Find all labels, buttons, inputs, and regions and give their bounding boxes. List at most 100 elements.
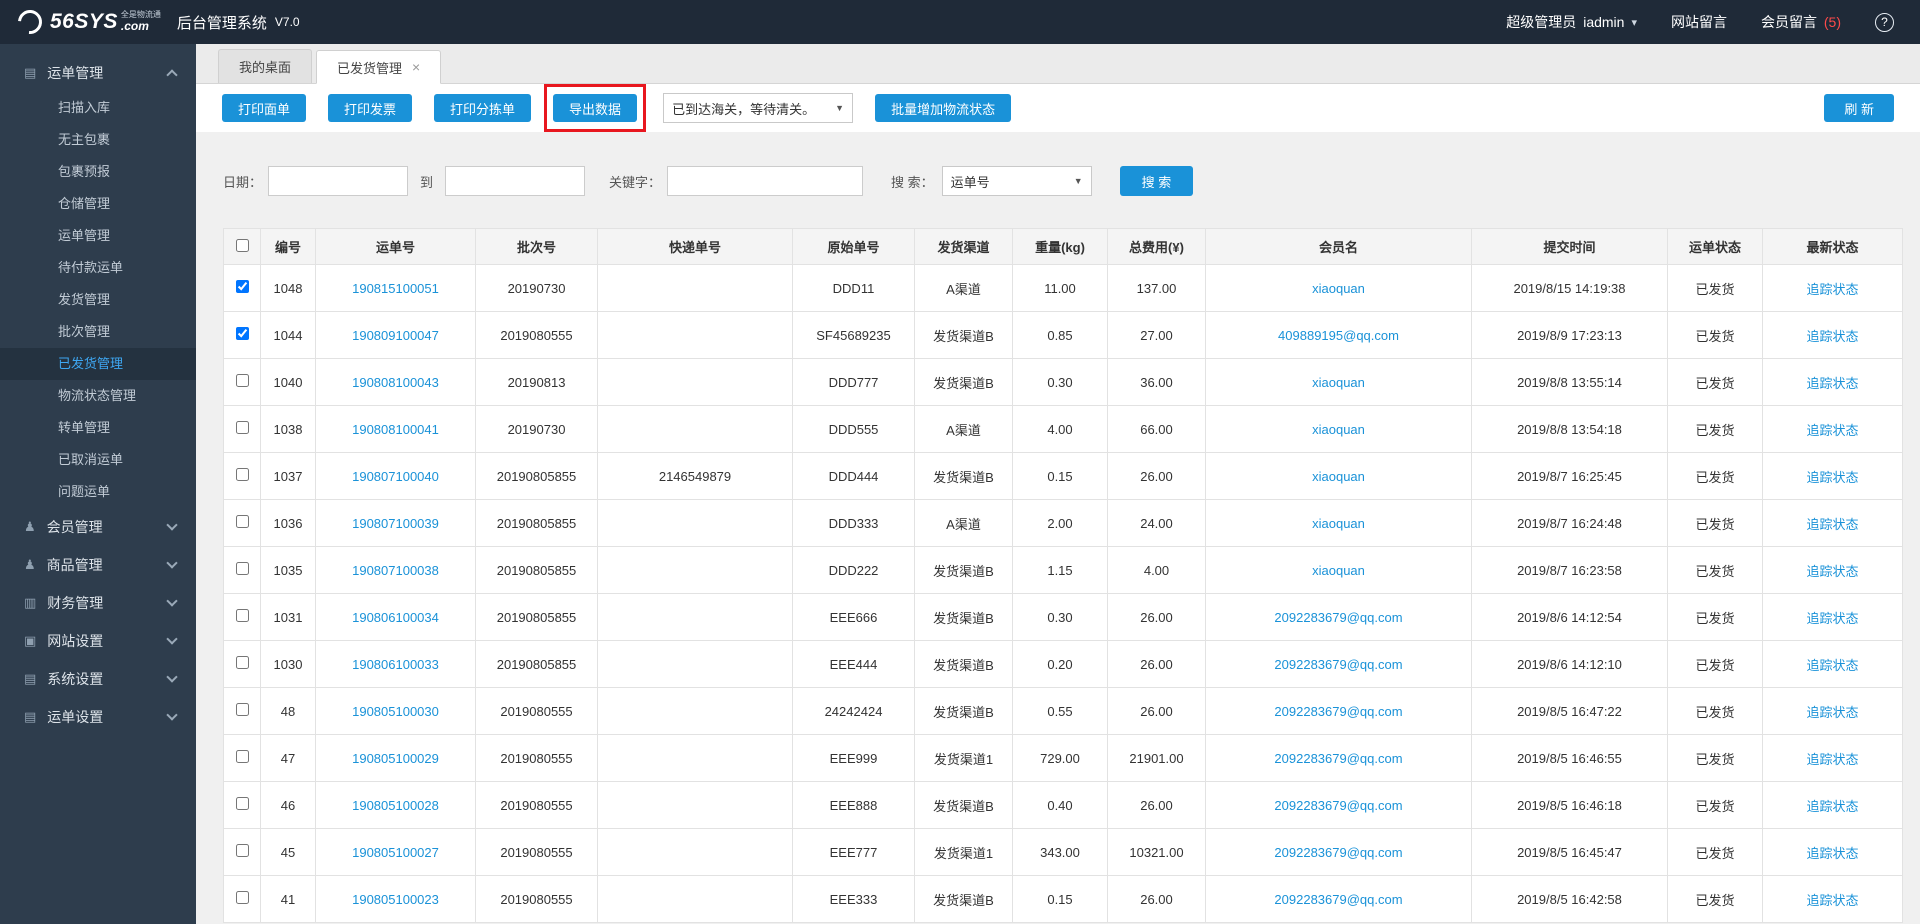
row-checkbox[interactable] <box>236 327 249 340</box>
sidebar-item[interactable]: 扫描入库 <box>0 92 196 124</box>
waybill-number-link[interactable]: 190806100034 <box>352 610 439 625</box>
sidebar-group-waybill-settings[interactable]: ▤运单设置 <box>0 698 196 736</box>
date-from-input[interactable] <box>268 166 408 196</box>
sidebar-item[interactable]: 已取消运单 <box>0 444 196 476</box>
member-name-link[interactable]: xiaoquan <box>1312 563 1365 578</box>
track-status-link[interactable]: 追踪状态 <box>1806 564 1858 579</box>
sidebar-item[interactable]: 无主包裹 <box>0 124 196 156</box>
member-name-link[interactable]: 409889195@qq.com <box>1278 328 1399 343</box>
search-type-select[interactable]: 运单号 ▼ <box>942 166 1092 196</box>
site-message-link[interactable]: 网站留言 <box>1671 12 1727 32</box>
logistics-status-select[interactable]: 已到达海关，等待清关。 ▼ <box>663 93 853 123</box>
waybill-number-link[interactable]: 190805100028 <box>352 798 439 813</box>
track-status-link[interactable]: 追踪状态 <box>1806 376 1858 391</box>
sidebar-item[interactable]: 运单管理 <box>0 220 196 252</box>
sidebar-item[interactable]: 待付款运单 <box>0 252 196 284</box>
sidebar-item[interactable]: 已发货管理 <box>0 348 196 380</box>
search-button[interactable]: 搜 索 <box>1120 166 1194 196</box>
sidebar-item[interactable]: 问题运单 <box>0 476 196 508</box>
member-name-link[interactable]: xiaoquan <box>1312 422 1365 437</box>
track-status-link[interactable]: 追踪状态 <box>1806 893 1858 908</box>
track-status-link[interactable]: 追踪状态 <box>1806 470 1858 485</box>
row-checkbox[interactable] <box>236 609 249 622</box>
keyword-input[interactable] <box>667 166 863 196</box>
sidebar-group-product-management[interactable]: ♟商品管理 <box>0 546 196 584</box>
member-name-link[interactable]: xiaoquan <box>1312 516 1365 531</box>
row-checkbox[interactable] <box>236 421 249 434</box>
row-checkbox[interactable] <box>236 844 249 857</box>
waybill-number-link[interactable]: 190805100023 <box>352 892 439 907</box>
waybill-number-link[interactable]: 190806100033 <box>352 657 439 672</box>
sidebar-item[interactable]: 仓储管理 <box>0 188 196 220</box>
member-name-link[interactable]: xiaoquan <box>1312 281 1365 296</box>
waybill-number-link[interactable]: 190808100041 <box>352 422 439 437</box>
member-name-link[interactable]: 2092283679@qq.com <box>1274 892 1402 907</box>
waybill-number-link[interactable]: 190807100039 <box>352 516 439 531</box>
track-status-link[interactable]: 追踪状态 <box>1806 846 1858 861</box>
sidebar-item[interactable]: 发货管理 <box>0 284 196 316</box>
table-cell: 190805100023 <box>316 876 476 923</box>
waybill-number-link[interactable]: 190805100029 <box>352 751 439 766</box>
print-sorting-button[interactable]: 打印分拣单 <box>434 94 531 122</box>
sidebar-group-system-settings[interactable]: ▤系统设置 <box>0 660 196 698</box>
sidebar-item[interactable]: 包裹预报 <box>0 156 196 188</box>
member-name-link[interactable]: xiaoquan <box>1312 469 1365 484</box>
track-status-link[interactable]: 追踪状态 <box>1806 517 1858 532</box>
waybill-number-link[interactable]: 190809100047 <box>352 328 439 343</box>
row-checkbox[interactable] <box>236 280 249 293</box>
select-all-checkbox[interactable] <box>236 239 249 252</box>
row-checkbox[interactable] <box>236 750 249 763</box>
sidebar-group-finance-management[interactable]: ▥财务管理 <box>0 584 196 622</box>
print-invoice-button[interactable]: 打印发票 <box>328 94 412 122</box>
sidebar-item[interactable]: 物流状态管理 <box>0 380 196 412</box>
member-name-link[interactable]: 2092283679@qq.com <box>1274 751 1402 766</box>
refresh-button[interactable]: 刷 新 <box>1824 94 1894 122</box>
close-icon[interactable]: × <box>412 59 420 75</box>
track-status-link[interactable]: 追踪状态 <box>1806 705 1858 720</box>
sidebar-group-website-settings[interactable]: ▣网站设置 <box>0 622 196 660</box>
member-message-link[interactable]: 会员留言 (5) <box>1761 12 1841 32</box>
row-checkbox[interactable] <box>236 562 249 575</box>
track-status-link[interactable]: 追踪状态 <box>1806 658 1858 673</box>
waybill-number-link[interactable]: 190815100051 <box>352 281 439 296</box>
member-name-link[interactable]: 2092283679@qq.com <box>1274 704 1402 719</box>
waybill-number-link[interactable]: 190805100030 <box>352 704 439 719</box>
column-header: 提交时间 <box>1472 229 1668 265</box>
member-name-link[interactable]: 2092283679@qq.com <box>1274 610 1402 625</box>
row-checkbox[interactable] <box>236 515 249 528</box>
user-menu[interactable]: 超级管理员 iadmin ▾ <box>1506 12 1637 32</box>
track-status-link[interactable]: 追踪状态 <box>1806 799 1858 814</box>
column-header: 运单状态 <box>1668 229 1763 265</box>
waybill-number-link[interactable]: 190808100043 <box>352 375 439 390</box>
sidebar-item[interactable]: 批次管理 <box>0 316 196 348</box>
member-name-link[interactable]: 2092283679@qq.com <box>1274 845 1402 860</box>
waybill-number-link[interactable]: 190807100040 <box>352 469 439 484</box>
row-checkbox[interactable] <box>236 797 249 810</box>
row-checkbox[interactable] <box>236 891 249 904</box>
row-checkbox[interactable] <box>236 656 249 669</box>
help-icon[interactable]: ? <box>1875 13 1894 32</box>
row-checkbox[interactable] <box>236 374 249 387</box>
row-checkbox[interactable] <box>236 468 249 481</box>
sidebar-group-waybill-management[interactable]: ▤运单管理 <box>0 54 196 92</box>
track-status-link[interactable]: 追踪状态 <box>1806 423 1858 438</box>
waybill-number-link[interactable]: 190807100038 <box>352 563 439 578</box>
waybill-number-link[interactable]: 190805100027 <box>352 845 439 860</box>
sidebar-group-member-management[interactable]: ♟会员管理 <box>0 508 196 546</box>
track-status-link[interactable]: 追踪状态 <box>1806 611 1858 626</box>
sidebar-item[interactable]: 转单管理 <box>0 412 196 444</box>
tab-my-desktop[interactable]: 我的桌面 <box>218 49 312 83</box>
batch-add-logistics-button[interactable]: 批量增加物流状态 <box>875 94 1011 122</box>
print-sheet-button[interactable]: 打印面单 <box>222 94 306 122</box>
track-status-link[interactable]: 追踪状态 <box>1806 329 1858 344</box>
date-to-input[interactable] <box>445 166 585 196</box>
track-status-link[interactable]: 追踪状态 <box>1806 752 1858 767</box>
track-status-link[interactable]: 追踪状态 <box>1806 282 1858 297</box>
member-name-link[interactable]: 2092283679@qq.com <box>1274 798 1402 813</box>
member-name-link[interactable]: xiaoquan <box>1312 375 1365 390</box>
export-data-button[interactable]: 导出数据 <box>553 94 637 122</box>
row-checkbox[interactable] <box>236 703 249 716</box>
tab-shipped-management[interactable]: 已发货管理× <box>316 50 441 84</box>
column-header: 编号 <box>261 229 316 265</box>
member-name-link[interactable]: 2092283679@qq.com <box>1274 657 1402 672</box>
